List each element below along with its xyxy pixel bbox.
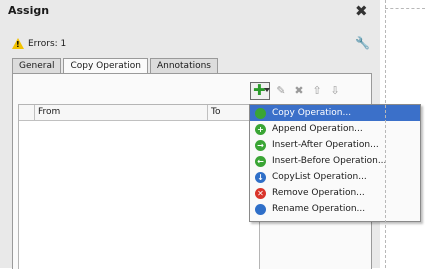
menu-item-rename-operation[interactable]: Rename Operation... (250, 201, 420, 217)
operations-toolbar: ✚ ✎ ✖ ⇧ ⇩ (250, 82, 342, 100)
delete-icon[interactable]: ✖ (292, 84, 306, 98)
tab-annotations[interactable]: Annotations (149, 58, 218, 73)
warning-icon: ! (12, 38, 24, 49)
wrench-icon[interactable]: 🔧 (355, 36, 370, 50)
menu-item-copy-operation[interactable]: Copy Operation... (250, 105, 420, 121)
append-icon: + (255, 123, 266, 135)
menu-item-label: Insert-Before Operation... (272, 156, 387, 166)
panel-title: Assign (8, 4, 50, 17)
menu-item-label: CopyList Operation... (272, 172, 367, 182)
close-icon[interactable]: ✖ (355, 4, 368, 19)
menu-item-insert-after-operation[interactable]: → Insert-After Operation... (250, 137, 420, 153)
menu-item-label: Rename Operation... (272, 204, 366, 214)
menu-item-label: Append Operation... (272, 124, 363, 134)
row-index-header (19, 105, 35, 120)
menu-item-append-operation[interactable]: + Append Operation... (250, 121, 420, 137)
menu-item-label: Remove Operation... (272, 188, 365, 198)
add-operation-button[interactable]: ✚ (250, 82, 270, 100)
menu-item-copylist-operation[interactable]: ↓ CopyList Operation... (250, 169, 420, 185)
remove-icon: ✕ (255, 187, 266, 199)
menu-item-insert-before-operation[interactable]: ← Insert-Before Operation... (250, 153, 420, 169)
dropdown-arrow-icon (264, 88, 270, 92)
errors-label: Errors: 1 (28, 38, 67, 49)
canvas-guide-horizontal (385, 8, 425, 9)
insert-before-icon: ← (255, 155, 266, 167)
move-up-icon[interactable]: ⇧ (310, 84, 324, 98)
edit-icon[interactable]: ✎ (274, 84, 288, 98)
insert-after-icon: → (255, 139, 266, 151)
menu-item-remove-operation[interactable]: ✕ Remove Operation... (250, 185, 420, 201)
menu-item-label: Insert-After Operation... (272, 140, 379, 150)
green-dot-icon (255, 107, 266, 119)
tab-bar: General Copy Operation Annotations (12, 58, 220, 74)
errors-indicator: ! Errors: 1 (12, 38, 66, 49)
canvas-guide-vertical (385, 0, 386, 268)
rename-icon (255, 203, 266, 215)
column-header-to[interactable]: To (208, 105, 220, 120)
move-down-icon[interactable]: ⇩ (328, 84, 342, 98)
copylist-icon: ↓ (255, 171, 266, 183)
tab-copy-operation[interactable]: Copy Operation (63, 58, 148, 74)
operations-table: From To (18, 104, 260, 269)
add-operation-menu: Copy Operation... + Append Operation... … (249, 104, 421, 222)
menu-item-label: Copy Operation... (272, 108, 352, 118)
column-header-from[interactable]: From (35, 105, 208, 120)
tab-general[interactable]: General (12, 58, 62, 73)
table-header: From To (19, 105, 259, 121)
